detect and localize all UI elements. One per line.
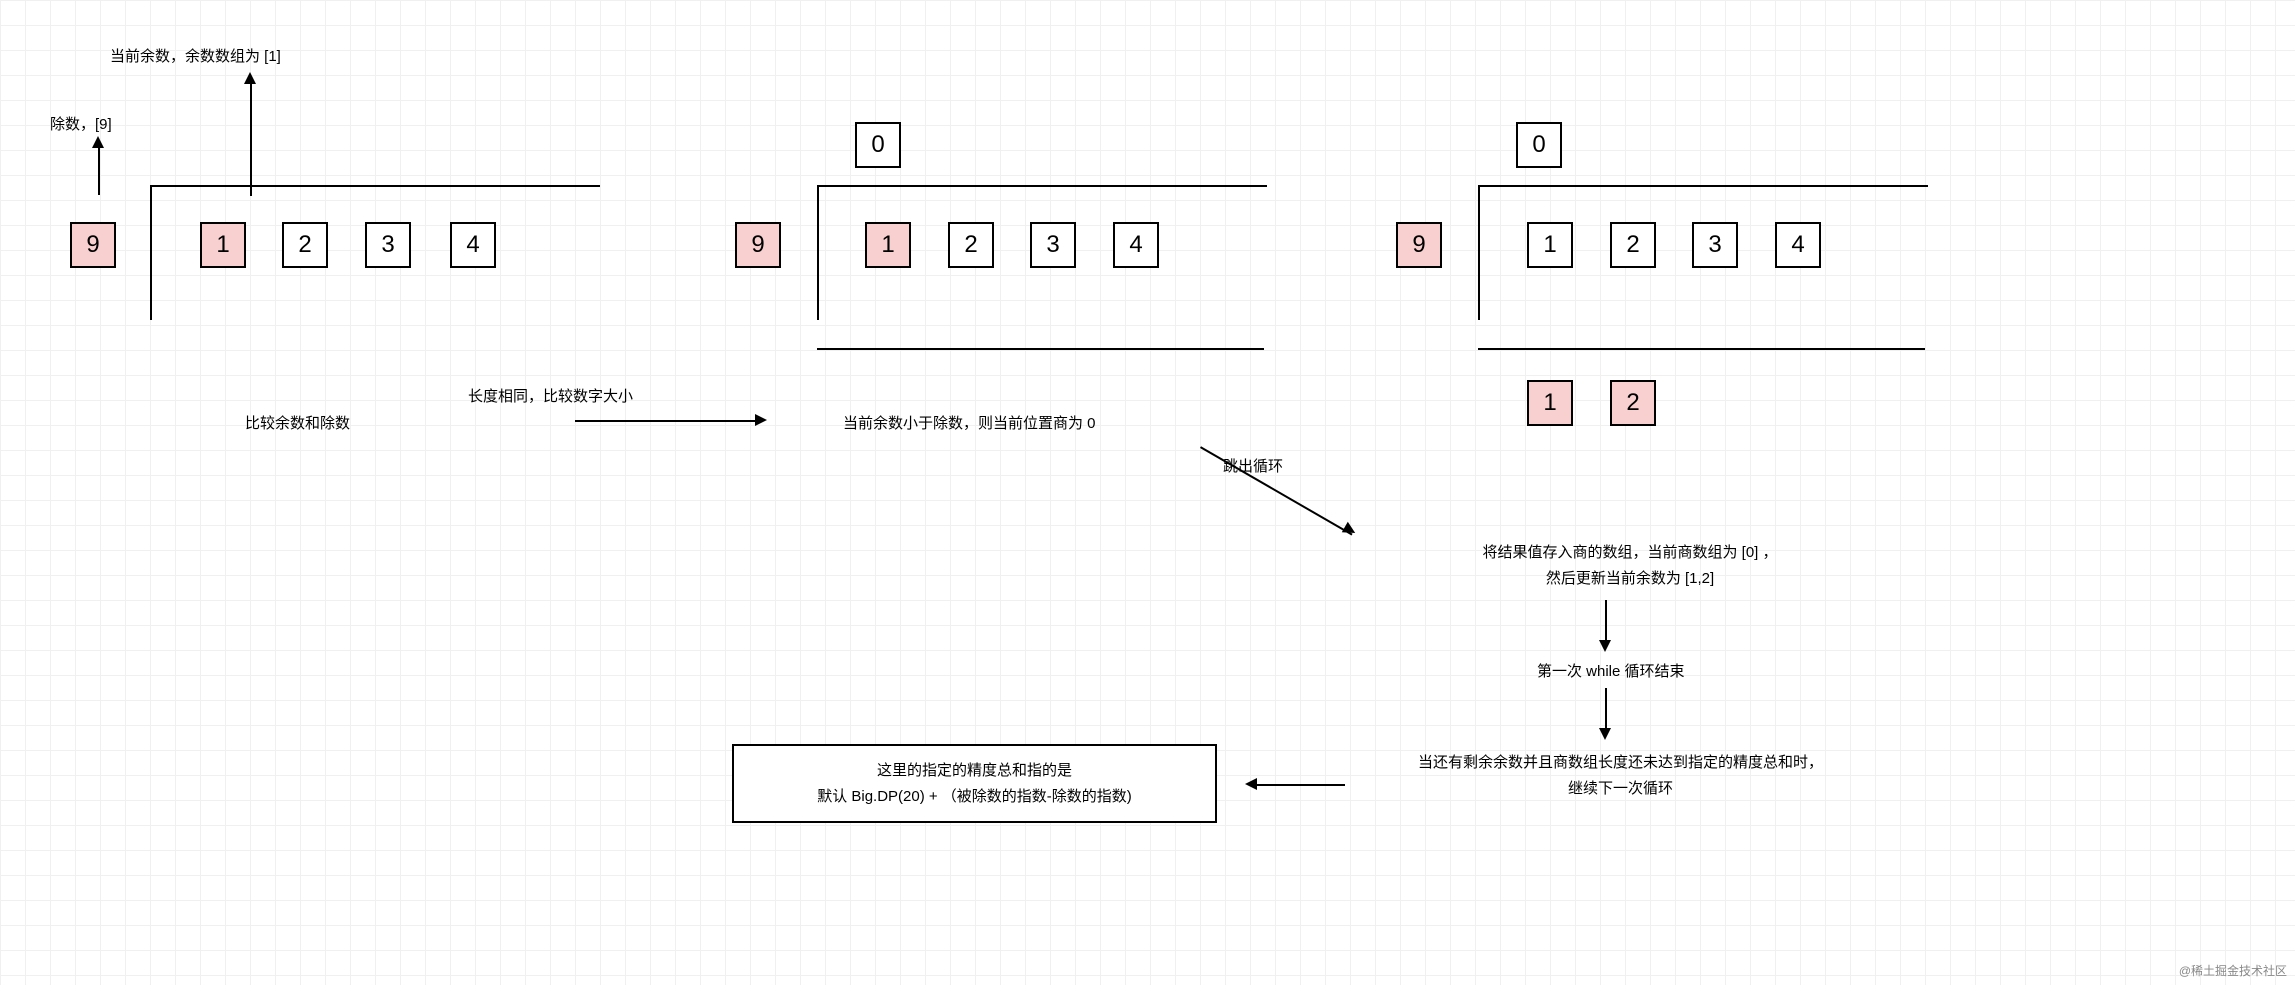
g2-text: 当前余数小于除数，则当前位置商为 0 [843, 412, 1096, 433]
g3-divisor-cell: 9 [1396, 222, 1442, 268]
g3-digit-3: 3 [1692, 222, 1738, 268]
g3-digit-4: 4 [1775, 222, 1821, 268]
g1-digit-3: 3 [365, 222, 411, 268]
g2-divisor-cell: 9 [735, 222, 781, 268]
g3-div-hline [1478, 185, 1928, 187]
g1-arrow-line [575, 420, 755, 422]
g2-underline [817, 348, 1264, 350]
precision-text: 当还有剩余余数并且商数组长度还未达到指定的精度总和时， 继续下一次循环 [1378, 750, 1863, 801]
g2-div-vline [817, 185, 819, 320]
g1-arrow-head [755, 414, 767, 426]
divisor-label: 除数，[9] [50, 113, 112, 134]
g1-divisor-cell: 9 [70, 222, 116, 268]
g3-remainder-2: 2 [1610, 380, 1656, 426]
g1-div-vline [150, 185, 152, 320]
g1-digit-1: 1 [200, 222, 246, 268]
arrow-down-1-head [1599, 640, 1611, 652]
watermark-text: @稀土掘金技术社区 [2179, 962, 2287, 979]
g3-digit-2: 2 [1610, 222, 1656, 268]
arrow-left-head [1245, 778, 1257, 790]
arrow-down-1-line [1605, 600, 1607, 642]
g3-div-vline [1478, 185, 1480, 320]
g1-digit-2: 2 [282, 222, 328, 268]
arrow-down-2-head [1599, 728, 1611, 740]
g2-quotient-cell: 0 [855, 122, 901, 168]
step3-result-text: 将结果值存入商的数组，当前商数组为 [0] ， 然后更新当前余数为 [1,2] [1420, 540, 1840, 591]
remainder-arrow-head [244, 72, 256, 84]
diag-arrow-head [1342, 522, 1358, 538]
arrow-down-2-line [1605, 688, 1607, 730]
remainder-arrow-line [250, 76, 252, 196]
g1-compare-text: 比较余数和除数 [245, 412, 350, 433]
precision-box: 这里的指定的精度总和指的是 默认 Big.DP(20) + （被除数的指数-除数… [732, 744, 1217, 823]
g3-digit-1: 1 [1527, 222, 1573, 268]
g3-remainder-1: 1 [1527, 380, 1573, 426]
g1-div-hline [150, 185, 600, 187]
g3-underline [1478, 348, 1925, 350]
g2-digit-4: 4 [1113, 222, 1159, 268]
remainder-label: 当前余数，余数数组为 [1] [110, 45, 281, 66]
g3-quotient-cell: 0 [1516, 122, 1562, 168]
while-end-text: 第一次 while 循环结束 [1537, 660, 1685, 681]
g1-arrow-text: 长度相同，比较数字大小 [468, 385, 633, 406]
divisor-arrow-head [92, 136, 104, 148]
break-text: 跳出循环 [1223, 455, 1283, 476]
arrow-left-line [1255, 784, 1345, 786]
g2-div-hline [817, 185, 1267, 187]
g2-digit-2: 2 [948, 222, 994, 268]
g2-digit-1: 1 [865, 222, 911, 268]
g2-digit-3: 3 [1030, 222, 1076, 268]
g1-digit-4: 4 [450, 222, 496, 268]
divisor-arrow-line [98, 140, 100, 195]
